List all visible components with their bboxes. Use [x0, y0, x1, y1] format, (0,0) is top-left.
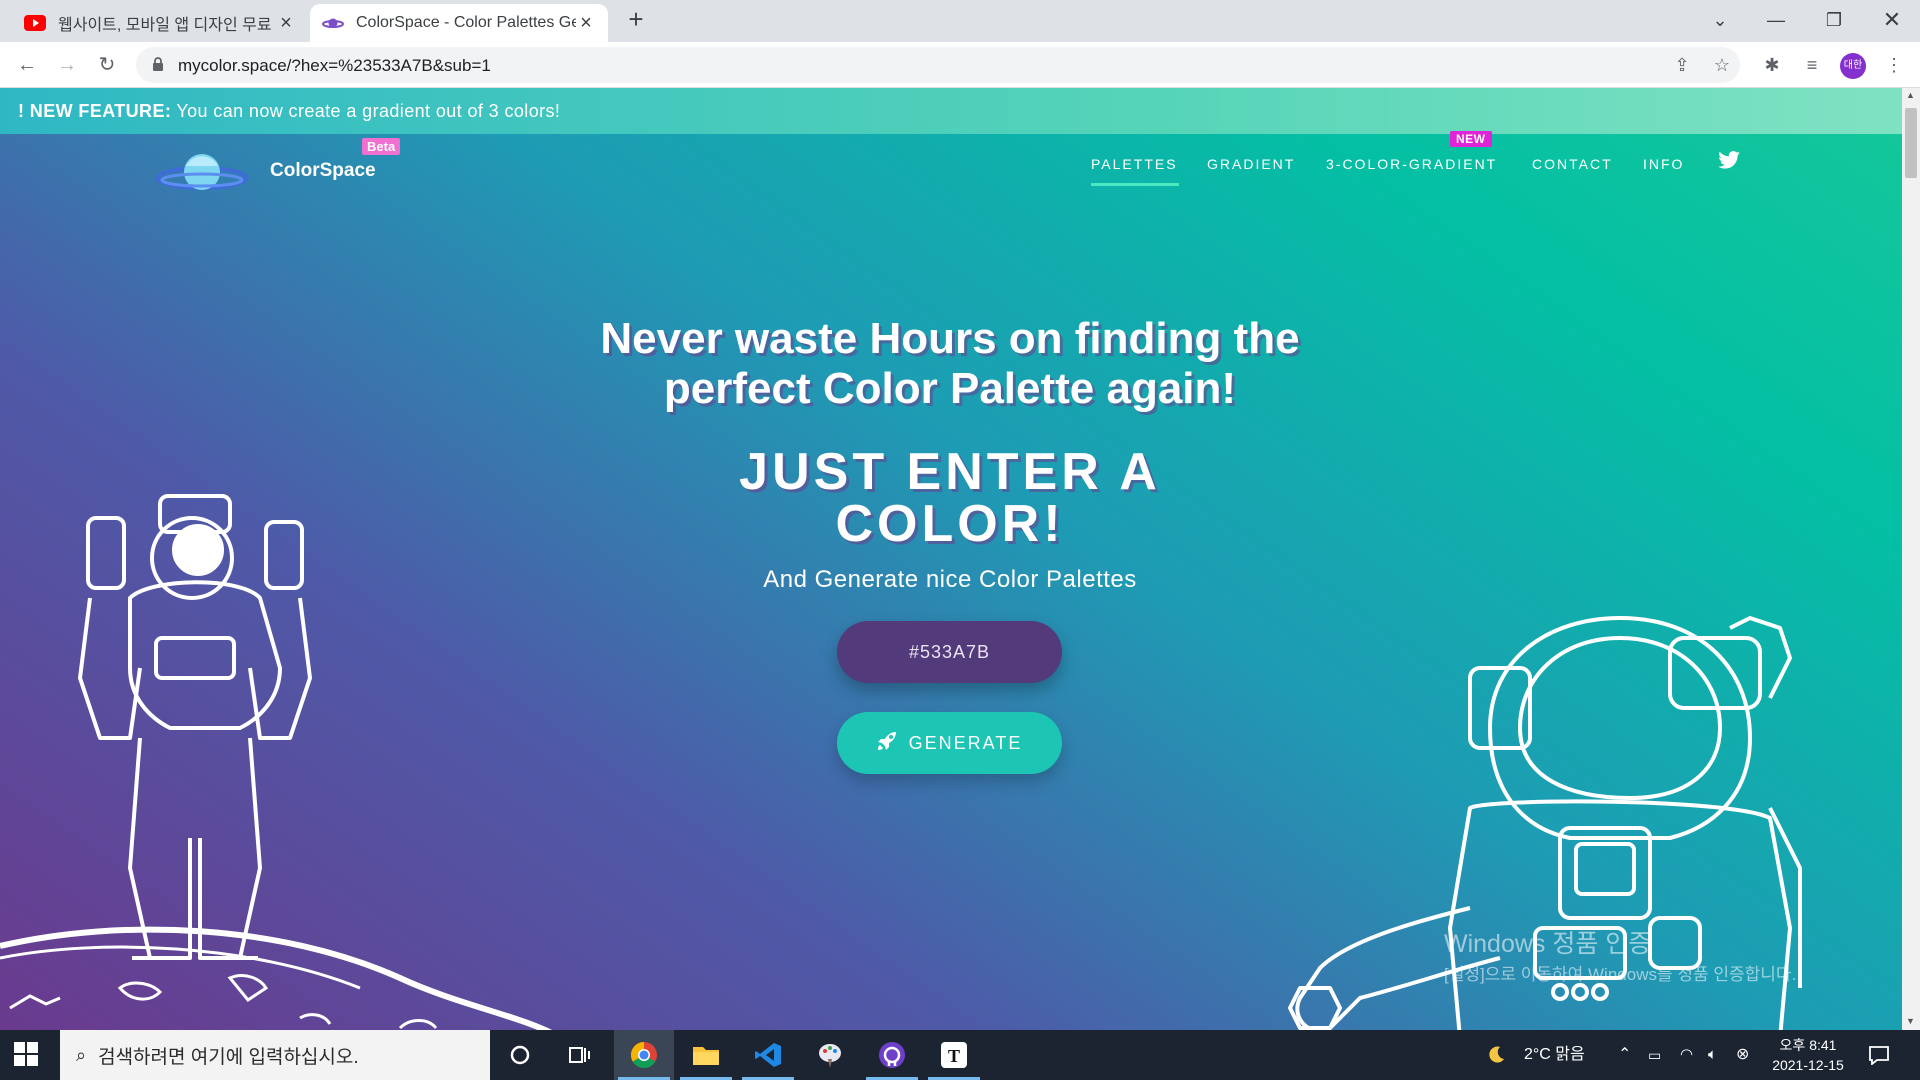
close-window-button[interactable]: ✕: [1872, 4, 1912, 36]
new-badge: NEW: [1450, 131, 1492, 147]
hero-subtitle-line: JUST ENTER A: [739, 443, 1161, 501]
tab-search-icon[interactable]: ⌄: [1700, 4, 1740, 36]
nav-gradient[interactable]: GRADIENT: [1207, 156, 1295, 172]
notification-off-icon[interactable]: ⊗: [1736, 1030, 1749, 1080]
nav-palettes[interactable]: PALETTES: [1091, 156, 1178, 172]
scroll-up-icon[interactable]: ▲: [1906, 90, 1915, 100]
reload-button[interactable]: ↻: [92, 50, 122, 80]
new-tab-button[interactable]: +: [622, 6, 650, 34]
page-scrollbar[interactable]: ▲ ▼: [1902, 88, 1920, 1030]
hero-title-line: perfect Color Palette again!: [663, 364, 1237, 413]
hero-tagline: And Generate nice Color Palettes: [763, 566, 1137, 593]
scrollbar-thumb[interactable]: [1905, 108, 1917, 178]
show-hidden-icons-icon[interactable]: ⌃: [1618, 1030, 1631, 1080]
planet-icon: [322, 15, 344, 31]
close-tab-icon[interactable]: ×: [576, 12, 596, 35]
wifi-icon[interactable]: ◠: [1680, 1030, 1693, 1080]
astronaut-left-illustration: [78, 494, 312, 960]
bookmark-star-icon[interactable]: ☆: [1710, 53, 1734, 77]
brand-name[interactable]: ColorSpace: [270, 160, 376, 182]
file-explorer-icon[interactable]: [676, 1030, 736, 1080]
windows-start-icon[interactable]: [14, 1042, 38, 1071]
hero-title: Never waste Hours on finding the perfect…: [480, 314, 1420, 414]
menu-kebab-icon[interactable]: ⋮: [1882, 53, 1906, 77]
svg-text:T: T: [948, 1046, 960, 1066]
hero-subtitle: JUST ENTER A COLOR!: [650, 446, 1250, 550]
typora-icon[interactable]: T: [924, 1030, 984, 1080]
minimize-button[interactable]: —: [1756, 4, 1796, 36]
task-view-icon[interactable]: [550, 1030, 610, 1080]
youtube-icon: [24, 15, 46, 31]
tab-title: 웹사이트, 모바일 앱 디자인 무료: [58, 17, 272, 34]
windows-taskbar: ⌕ 검색하려면 여기에 입력하십시오. T 2°C 맑음 ⌃ ▭ ◠ 🔈︎ ⊗ …: [0, 1030, 1920, 1080]
lock-icon[interactable]: [152, 57, 164, 71]
battery-icon[interactable]: ▭: [1648, 1030, 1661, 1080]
action-center-icon[interactable]: [1868, 1030, 1890, 1080]
paint-app-icon[interactable]: [800, 1030, 860, 1080]
taskbar-search-box[interactable]: ⌕ 검색하려면 여기에 입력하십시오.: [60, 1030, 490, 1080]
generate-label: GENERATE: [908, 732, 1023, 753]
close-tab-icon[interactable]: ×: [276, 12, 296, 35]
generate-button[interactable]: GENERATE: [837, 712, 1062, 774]
planet-logo-icon[interactable]: [156, 152, 248, 201]
chrome-taskbar-icon[interactable]: [614, 1030, 674, 1080]
banner-text: You can now create a gradient out of 3 c…: [171, 101, 561, 121]
nav-info[interactable]: INFO: [1643, 156, 1684, 172]
tab-colorspace[interactable]: ColorSpace - Color Palettes Gen ×: [310, 4, 608, 42]
vscode-icon[interactable]: [738, 1030, 798, 1080]
browser-tab-strip: 웹사이트, 모바일 앱 디자인 무료 × ColorSpace - Color …: [0, 0, 1920, 42]
restore-button[interactable]: ❐: [1814, 4, 1854, 36]
tab-title: ColorSpace - Color Palettes Gen: [356, 14, 576, 31]
weather-moon-icon[interactable]: [1486, 1030, 1506, 1080]
clock-date: 2021-12-15: [1772, 1057, 1844, 1073]
weather-text[interactable]: 2°C 맑음: [1524, 1030, 1585, 1080]
color-hex-input[interactable]: #533A7B: [837, 621, 1062, 683]
page-viewport: ! NEW FEATURE: You can now create a grad…: [0, 88, 1902, 1030]
back-button[interactable]: ←: [12, 50, 42, 80]
twitter-icon[interactable]: [1718, 151, 1740, 174]
hero-title-line: Never waste Hours on finding the: [600, 314, 1300, 363]
nav-3-color-gradient[interactable]: 3-COLOR-GRADIENT: [1326, 156, 1497, 172]
clock-time: 오후 8:41: [1779, 1037, 1837, 1053]
scroll-down-icon[interactable]: ▼: [1906, 1016, 1915, 1026]
windows-activation-text: [설정]으로 이동하여 Windows를 정품 인증합니다.: [1444, 965, 1797, 984]
system-clock[interactable]: 오후 8:41 2021-12-15: [1758, 1035, 1858, 1075]
cortana-icon[interactable]: [490, 1030, 550, 1080]
browser-toolbar: ← → ↻ mycolor.space/?hex=%23533A7B&sub=1…: [0, 42, 1920, 88]
extensions-icon[interactable]: ✱: [1760, 53, 1784, 77]
search-placeholder: 검색하려면 여기에 입력하십시오.: [98, 1046, 359, 1068]
media-control-icon[interactable]: ≡: [1800, 53, 1824, 77]
windows-activation-title: Windows 정품 인증: [1444, 930, 1652, 958]
url-text: mycolor.space/?hex=%23533A7B&sub=1: [178, 56, 491, 75]
nav-contact[interactable]: CONTACT: [1532, 156, 1613, 172]
rocket-icon: [877, 731, 897, 756]
github-desktop-icon[interactable]: [862, 1030, 922, 1080]
new-feature-banner[interactable]: ! NEW FEATURE: You can now create a grad…: [0, 88, 1902, 134]
tab-youtube[interactable]: 웹사이트, 모바일 앱 디자인 무료 ×: [12, 4, 308, 42]
banner-label: ! NEW FEATURE:: [18, 101, 172, 121]
address-bar[interactable]: mycolor.space/?hex=%23533A7B&sub=1 ⇪ ☆: [136, 47, 1740, 83]
nav-active-indicator: [1091, 183, 1179, 186]
hero-subtitle-line: COLOR!: [835, 495, 1065, 553]
profile-avatar[interactable]: 대한: [1840, 53, 1866, 79]
beta-badge: Beta: [362, 138, 401, 155]
forward-button[interactable]: →: [52, 50, 82, 80]
volume-icon[interactable]: 🔈︎: [1708, 1030, 1717, 1080]
search-icon: ⌕: [76, 1044, 87, 1065]
share-icon[interactable]: ⇪: [1670, 53, 1694, 77]
